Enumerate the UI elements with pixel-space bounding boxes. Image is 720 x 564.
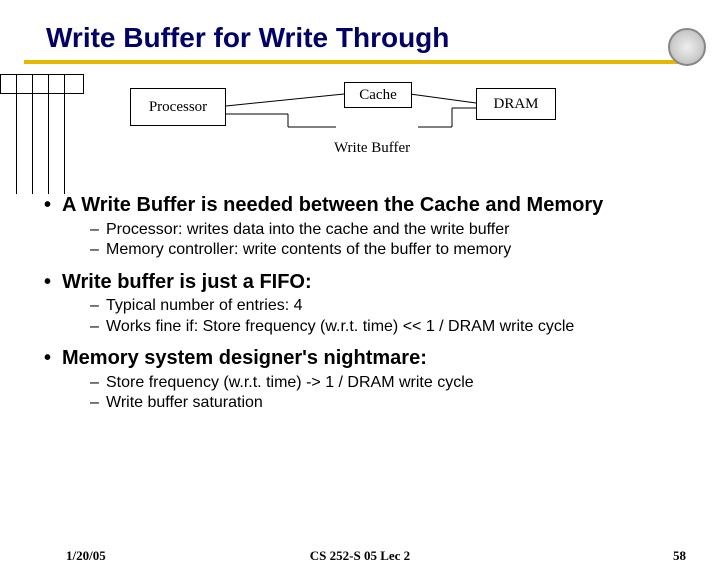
slide-title: Write Buffer for Write Through — [46, 22, 720, 54]
sub-item: Processor: writes data into the cache an… — [90, 220, 694, 240]
footer-course: CS 252-S 05 Lec 2 — [0, 548, 720, 564]
sub-item: Write buffer saturation — [90, 393, 694, 413]
diagram: Processor Cache DRAM Write Buffer — [0, 74, 720, 194]
write-buffer-box — [0, 74, 84, 94]
bullet-2: Memory system designer's nightmare: Stor… — [44, 347, 694, 414]
processor-box: Processor — [130, 88, 226, 126]
bullet-0: A Write Buffer is needed between the Cac… — [44, 194, 694, 261]
title-underline — [24, 60, 696, 64]
sub-item: Works fine if: Store frequency (w.r.t. t… — [90, 317, 694, 337]
content: A Write Buffer is needed between the Cac… — [44, 194, 694, 414]
bullet-text: Write buffer is just a FIFO: — [62, 271, 312, 293]
sub-item: Memory controller: write contents of the… — [90, 240, 694, 260]
seal-icon — [668, 28, 706, 66]
sub-item: Store frequency (w.r.t. time) -> 1 / DRA… — [90, 373, 694, 393]
bullet-text: Memory system designer's nightmare: — [62, 347, 427, 369]
dram-box: DRAM — [476, 88, 556, 120]
footer-page: 58 — [673, 548, 686, 564]
bullet-text: A Write Buffer is needed between the Cac… — [62, 194, 603, 216]
write-buffer-label: Write Buffer — [334, 140, 410, 157]
cache-box: Cache — [344, 82, 412, 108]
bullet-1: Write buffer is just a FIFO: Typical num… — [44, 271, 694, 338]
sub-item: Typical number of entries: 4 — [90, 296, 694, 316]
